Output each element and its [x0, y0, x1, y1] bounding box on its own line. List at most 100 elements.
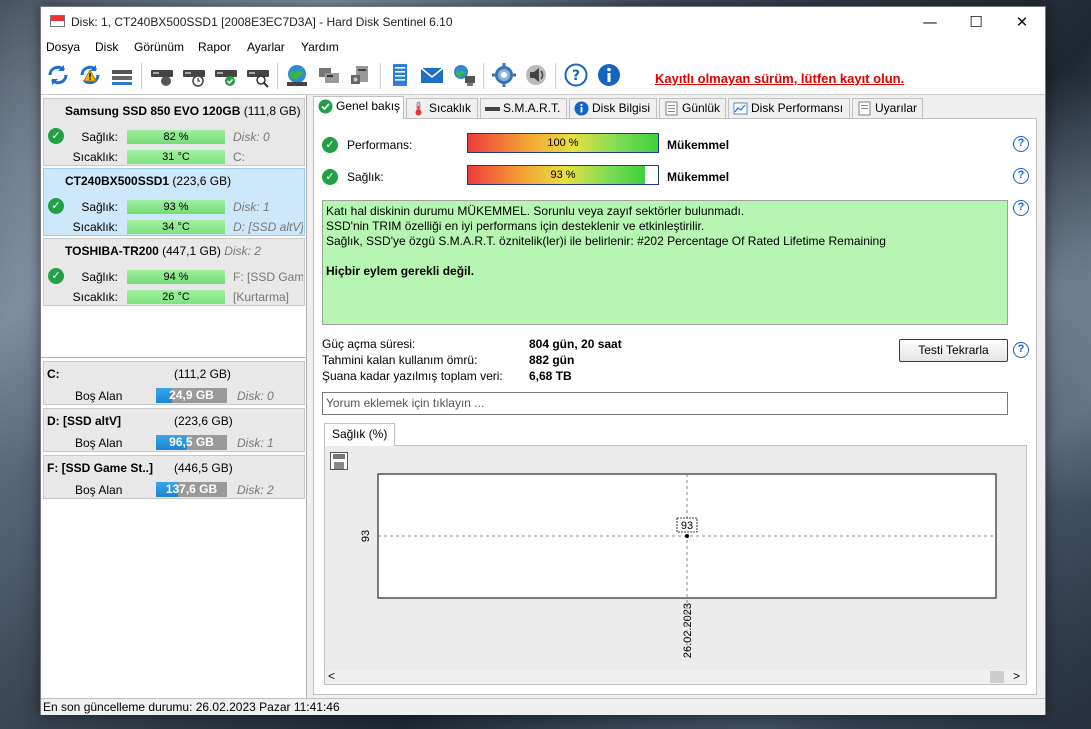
- refresh-icon[interactable]: [45, 62, 71, 90]
- health-ok-icon: ✓: [48, 128, 64, 144]
- free-space-label: Boş Alan: [75, 389, 123, 403]
- overview-panel: ✓ Performans: 100 % Mükemmel ? ✓ Sağlık:…: [313, 118, 1037, 695]
- title-bar: Disk: 1, CT240BX500SSD1 [2008E3EC7D3A] -…: [41, 7, 1045, 37]
- help-icon[interactable]: ?: [1013, 136, 1029, 152]
- menu-help[interactable]: Yardım: [301, 40, 339, 54]
- disk-icon: [485, 101, 500, 116]
- info-icon[interactable]: [596, 62, 622, 90]
- y-tick-label: 93: [360, 530, 372, 542]
- x-tick-label: 26.02.2023: [682, 603, 694, 658]
- power-on-label: Güç açma süresi:: [322, 337, 416, 351]
- status-bar: En son güncelleme durumu: 26.02.2023 Paz…: [41, 698, 1045, 715]
- health-bar: 82 %: [127, 130, 225, 144]
- disk-card-selected[interactable]: CT240BX500SSD1 (223,6 GB) ✓ Sağlık: 93 %…: [43, 168, 305, 236]
- free-space-value: 137,6 GB: [165, 482, 218, 496]
- help-icon[interactable]: ?: [1013, 342, 1029, 358]
- data-label: 93: [681, 520, 693, 532]
- tab-overview[interactable]: Genel bakış: [313, 96, 404, 119]
- partition-card[interactable]: C: (111,2 GB) Boş Alan 24,9 GB Disk: 0: [43, 361, 305, 405]
- help-icon[interactable]: ?: [1013, 168, 1029, 184]
- globe-icon[interactable]: [284, 62, 310, 90]
- disk-check-icon[interactable]: [213, 62, 239, 90]
- status-line: Katı hal diskinin durumu MÜKEMMEL. Sorun…: [326, 204, 745, 218]
- status-line: SSD'nin TRIM özelliği en iyi performans …: [326, 219, 705, 233]
- free-space-bar: 137,6 GB: [156, 482, 227, 497]
- disk-status-icon[interactable]: [149, 62, 175, 90]
- registration-link[interactable]: Kayıtlı olmayan sürüm, lütfen kayıt olun…: [655, 71, 904, 86]
- disk-name: TOSHIBA-TR200 (447,1 GB) Disk: 2: [65, 244, 261, 258]
- partition-card[interactable]: D: [SSD altV] (223,6 GB) Boş Alan 96,5 G…: [43, 408, 305, 452]
- help-icon[interactable]: ?: [563, 62, 589, 90]
- health-bar: 94 %: [127, 270, 225, 284]
- menu-settings[interactable]: Ayarlar: [247, 40, 285, 54]
- help-icon[interactable]: ?: [1013, 200, 1029, 216]
- disk-volumes: F: [SSD Game: [233, 270, 303, 284]
- disk-list-icon[interactable]: [109, 62, 135, 90]
- performance-value: 100 %: [547, 137, 579, 149]
- temperature-label: Sıcaklık:: [72, 290, 118, 304]
- minimize-button[interactable]: —: [907, 7, 953, 37]
- health-ok-icon: ✓: [322, 169, 338, 185]
- written-data-label: Şuana kadar yazılmış toplam veri:: [322, 369, 503, 383]
- tab-alerts[interactable]: Uyarılar: [852, 98, 923, 118]
- comment-input[interactable]: Yorum eklemek için tıklayın ...: [322, 392, 1008, 415]
- health-rating: Mükemmel: [667, 170, 730, 184]
- email-icon[interactable]: [419, 62, 445, 90]
- menu-report[interactable]: Rapor: [198, 40, 231, 54]
- health-chart: 93 26.02.2023 93: [360, 473, 997, 658]
- free-space-value: 96,5 GB: [169, 435, 214, 449]
- status-action: Hiçbir eylem gerekli değil.: [326, 264, 475, 278]
- tab-disk-performance[interactable]: Disk Performansı: [728, 98, 850, 118]
- disk-search-icon[interactable]: [245, 62, 271, 90]
- health-ok-icon: ✓: [48, 268, 64, 284]
- tab-temperature[interactable]: Sıcaklık: [406, 98, 478, 118]
- menu-view[interactable]: Görünüm: [134, 40, 184, 54]
- settings-icon[interactable]: [491, 62, 517, 90]
- tab-disk-info[interactable]: Disk Bilgisi: [569, 98, 657, 118]
- chart-icon: [733, 101, 748, 116]
- disk-schedule-icon[interactable]: [181, 62, 207, 90]
- health-chart-area: 93 26.02.2023 93 < >: [324, 445, 1027, 685]
- maximize-button[interactable]: ☐: [953, 7, 999, 37]
- toolbar-separator: [555, 63, 556, 89]
- tab-health-chart[interactable]: Sağlık (%): [324, 423, 396, 446]
- remaining-life-value: 882 gün: [529, 353, 575, 367]
- disk-index: Disk: 0: [233, 130, 270, 144]
- partition-size: (111,2 GB): [174, 367, 231, 381]
- network-icon[interactable]: [451, 62, 477, 90]
- menu-disk[interactable]: Disk: [95, 40, 118, 54]
- close-button[interactable]: ✕: [999, 7, 1045, 37]
- scroll-left-icon[interactable]: <: [328, 669, 335, 683]
- toolbar-separator: [141, 63, 142, 89]
- devices-icon[interactable]: [316, 62, 342, 90]
- retest-button[interactable]: Testi Tekrarla: [899, 339, 1008, 362]
- refresh-warning-icon[interactable]: [77, 62, 103, 90]
- disk-index: Disk: 1: [233, 200, 270, 214]
- scrollbar-thumb[interactable]: [990, 671, 1004, 683]
- pane-divider: [41, 357, 306, 358]
- menu-file[interactable]: Dosya: [46, 40, 80, 54]
- tab-log[interactable]: Günlük: [659, 98, 726, 118]
- scroll-right-icon[interactable]: >: [1013, 669, 1020, 683]
- performance-ok-icon: ✓: [322, 137, 338, 153]
- tab-smart[interactable]: S.M.A.R.T.: [480, 98, 567, 118]
- tab-strip: Genel bakış Sıcaklık S.M.A.R.T. Disk Bil…: [313, 96, 1043, 119]
- svg-text:?: ?: [572, 68, 580, 84]
- sound-icon[interactable]: [523, 62, 549, 90]
- partition-name: C:: [47, 367, 60, 381]
- toolbar-separator: [277, 63, 278, 89]
- disk-list-pane: Samsung SSD 850 EVO 120GB (111,8 GB) ✓ S…: [41, 95, 307, 698]
- horizontal-scrollbar[interactable]: < >: [325, 669, 1026, 684]
- temperature-bar: 34 °C: [127, 220, 225, 234]
- performance-label: Performans:: [347, 138, 413, 152]
- free-space-label: Boş Alan: [75, 483, 123, 497]
- device-settings-icon[interactable]: [348, 62, 374, 90]
- performance-bar: 100 %: [467, 133, 659, 153]
- disk-name: Samsung SSD 850 EVO 120GB (111,8 GB): [65, 104, 301, 118]
- report-icon[interactable]: [387, 62, 413, 90]
- temperature-label: Sıcaklık:: [72, 220, 118, 234]
- health-value: 93 %: [550, 169, 576, 181]
- partition-card[interactable]: F: [SSD Game St..] (446,5 GB) Boş Alan 1…: [43, 455, 305, 499]
- disk-card[interactable]: TOSHIBA-TR200 (447,1 GB) Disk: 2 ✓ Sağlı…: [43, 238, 305, 306]
- disk-card[interactable]: Samsung SSD 850 EVO 120GB (111,8 GB) ✓ S…: [43, 98, 305, 166]
